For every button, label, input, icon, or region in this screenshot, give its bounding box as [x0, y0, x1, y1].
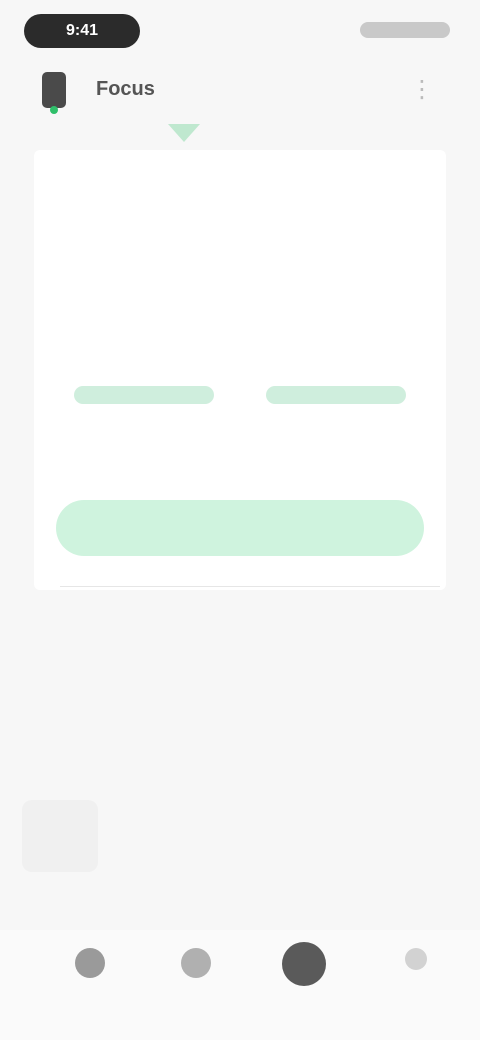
profile-icon — [405, 948, 427, 970]
calendar-card — [34, 150, 446, 590]
calendar-row — [34, 228, 446, 268]
nav-timer[interactable] — [272, 942, 336, 996]
status-bar: 9:41 — [0, 0, 480, 60]
category-tabs — [0, 800, 480, 872]
bottom-nav — [0, 930, 480, 1040]
status-time: 9:41 — [65, 22, 99, 39]
confirm-button[interactable] — [56, 500, 424, 556]
history-link[interactable] — [184, 640, 296, 660]
tab-active[interactable] — [22, 800, 98, 872]
status-time-pill: 9:41 — [24, 14, 140, 48]
app-logo-icon — [42, 72, 66, 114]
divider — [60, 586, 440, 587]
timer-icon — [282, 942, 326, 986]
calendar-row — [34, 166, 446, 206]
end-time-label — [266, 386, 406, 404]
home-icon — [75, 948, 105, 978]
more-vertical-icon[interactable]: ⋮ — [408, 74, 436, 106]
calendar-row — [34, 290, 446, 330]
nav-home[interactable] — [58, 948, 122, 988]
calendar-icon — [181, 948, 211, 978]
selected-day-pointer — [168, 124, 200, 142]
status-indicators — [360, 22, 450, 38]
nav-calendar[interactable] — [164, 948, 228, 988]
end-time[interactable] — [256, 370, 416, 460]
app-header: Focus ⋮ — [0, 62, 480, 118]
start-time-label — [74, 386, 214, 404]
nav-profile[interactable] — [384, 948, 448, 980]
start-time[interactable] — [64, 370, 224, 460]
app-title: Focus — [96, 78, 155, 100]
